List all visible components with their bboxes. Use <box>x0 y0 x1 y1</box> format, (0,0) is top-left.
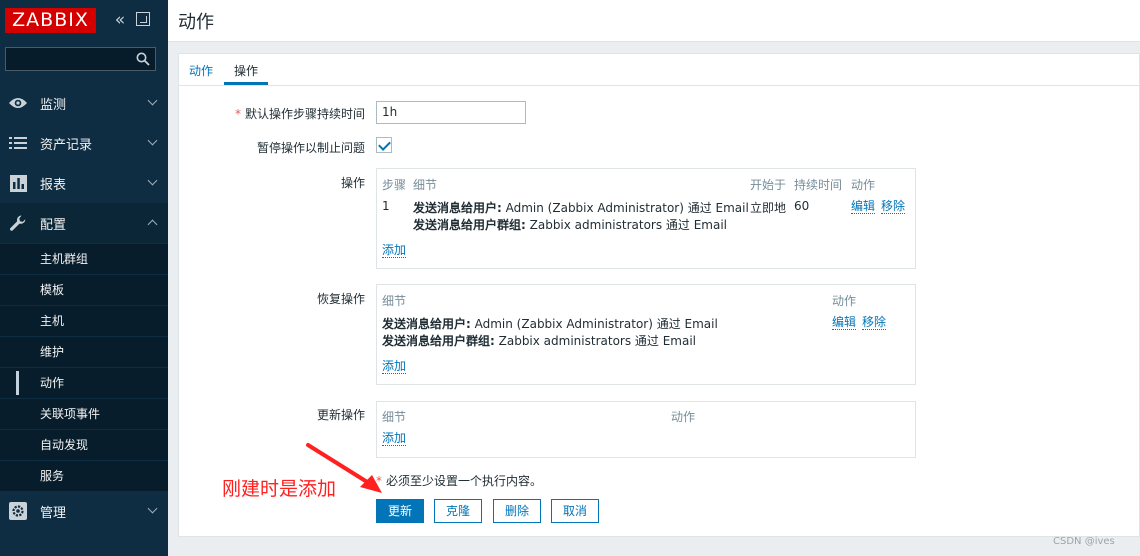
recovery-detail-line1: 发送消息给用户: Admin (Zabbix Administrator) 通过… <box>382 317 718 331</box>
default-step-duration-input[interactable]: 1h <box>376 101 526 124</box>
recovery-operations-label: 恢复操作 <box>316 292 365 306</box>
required-note: * 必须至少设置一个执行内容。 <box>376 474 543 488</box>
column-action: 动作 <box>851 178 876 192</box>
recovery-edit-link[interactable]: 编辑 <box>832 316 857 330</box>
main-menu: 监测 资产记录 报表 配置 主机群组 模板 主机 维护 动作 关联项事件 自动发… <box>0 83 168 531</box>
column-duration: 持续时间 <box>794 178 843 192</box>
chevron-down-icon <box>147 503 158 514</box>
wrench-icon <box>8 214 28 232</box>
operation-step: 1 <box>382 199 390 213</box>
tab-bar: 动作 操作 <box>179 54 1139 86</box>
operation-detail-line2: 发送消息给用户群组: Zabbix administrators 通过 Emai… <box>413 218 728 232</box>
gear-icon <box>8 502 28 520</box>
operation-start: 立即地 <box>750 201 787 215</box>
column-details: 细节 <box>382 410 407 424</box>
logo-row: ZABBIX « <box>0 0 168 42</box>
search-input[interactable] <box>5 47 156 71</box>
column-action: 动作 <box>671 410 696 424</box>
pause-label: 暂停操作以制止问题 <box>256 141 365 155</box>
submenu-item-maintenance[interactable]: 维护 <box>0 336 168 367</box>
page-title: 动作 <box>178 12 214 33</box>
menu-item-label: 报表 <box>40 177 67 193</box>
chevron-up-icon <box>147 219 158 230</box>
menu-item-inventory[interactable]: 资产记录 <box>0 123 168 163</box>
sidebar: ZABBIX « 监测 资产记录 报表 配置 主机群组 模板 主机 维护 动作 … <box>0 0 168 556</box>
clone-button[interactable]: 克隆 <box>434 499 482 523</box>
bar-chart-icon <box>8 174 28 192</box>
update-button[interactable]: 更新 <box>376 499 424 523</box>
recovery-add-link[interactable]: 添加 <box>382 360 407 374</box>
operation-add-link[interactable]: 添加 <box>382 244 407 258</box>
menu-item-administration[interactable]: 管理 <box>0 491 168 531</box>
operation-remove-link[interactable]: 移除 <box>881 200 906 214</box>
tab-operations[interactable]: 操作 <box>234 62 258 79</box>
search-icon[interactable] <box>136 52 150 66</box>
active-tab-indicator <box>224 82 268 85</box>
pause-operations-checkbox[interactable] <box>376 137 392 153</box>
submenu-item-hosts[interactable]: 主机 <box>0 305 168 336</box>
duration-label: * 默认操作步骤持续时间 <box>234 107 365 121</box>
operations-label: 操作 <box>340 176 365 190</box>
chevron-down-icon <box>147 175 158 186</box>
recovery-detail-line2: 发送消息给用户群组: Zabbix administrators 通过 Emai… <box>382 334 697 348</box>
submenu-item-discovery[interactable]: 自动发现 <box>0 429 168 460</box>
zabbix-logo[interactable]: ZABBIX <box>5 8 96 33</box>
menu-item-label: 管理 <box>40 505 67 521</box>
submenu-item-event-correlation[interactable]: 关联项事件 <box>0 398 168 429</box>
tab-action[interactable]: 动作 <box>189 62 213 79</box>
page-header <box>168 0 1140 42</box>
operation-detail-line1: 发送消息给用户: Admin (Zabbix Administrator) 通过… <box>413 201 749 215</box>
submenu-item-host-groups[interactable]: 主机群组 <box>0 243 168 274</box>
chevron-down-icon <box>147 135 158 146</box>
list-icon <box>8 134 28 152</box>
chevron-down-icon <box>147 95 158 106</box>
menu-item-label: 配置 <box>40 217 67 233</box>
column-details: 细节 <box>382 294 407 308</box>
menu-item-reports[interactable]: 报表 <box>0 163 168 203</box>
submenu-item-actions[interactable]: 动作 <box>0 367 168 398</box>
kiosk-mode-icon[interactable] <box>136 12 150 26</box>
eye-icon <box>8 94 28 112</box>
menu-item-label: 监测 <box>40 97 67 113</box>
collapse-sidebar-icon[interactable]: « <box>112 10 128 30</box>
operations-table: 步骤 细节 开始于 持续时间 动作 1 发送消息给用户: Admin (Zabb… <box>376 168 916 269</box>
configuration-submenu: 主机群组 模板 主机 维护 动作 关联项事件 自动发现 服务 <box>0 243 168 491</box>
cancel-button[interactable]: 取消 <box>551 499 599 523</box>
update-operations-label: 更新操作 <box>316 408 365 422</box>
annotation-text: 刚建时是添加 <box>222 478 337 500</box>
column-step: 步骤 <box>382 178 407 192</box>
column-action: 动作 <box>832 294 857 308</box>
submenu-item-templates[interactable]: 模板 <box>0 274 168 305</box>
submenu-item-services[interactable]: 服务 <box>0 460 168 491</box>
delete-button[interactable]: 删除 <box>493 499 541 523</box>
column-details: 细节 <box>413 178 438 192</box>
watermark: CSDN @ives <box>1053 536 1115 547</box>
operation-duration: 60 <box>794 199 810 213</box>
menu-item-configuration[interactable]: 配置 <box>0 203 168 243</box>
column-start: 开始于 <box>750 178 787 192</box>
recovery-operations-table: 细节 动作 发送消息给用户: Admin (Zabbix Administrat… <box>376 284 916 385</box>
update-operations-table: 细节 动作 添加 <box>376 401 916 458</box>
menu-item-monitoring[interactable]: 监测 <box>0 83 168 123</box>
operation-edit-link[interactable]: 编辑 <box>851 200 876 214</box>
menu-item-label: 资产记录 <box>40 137 93 153</box>
recovery-remove-link[interactable]: 移除 <box>862 316 887 330</box>
